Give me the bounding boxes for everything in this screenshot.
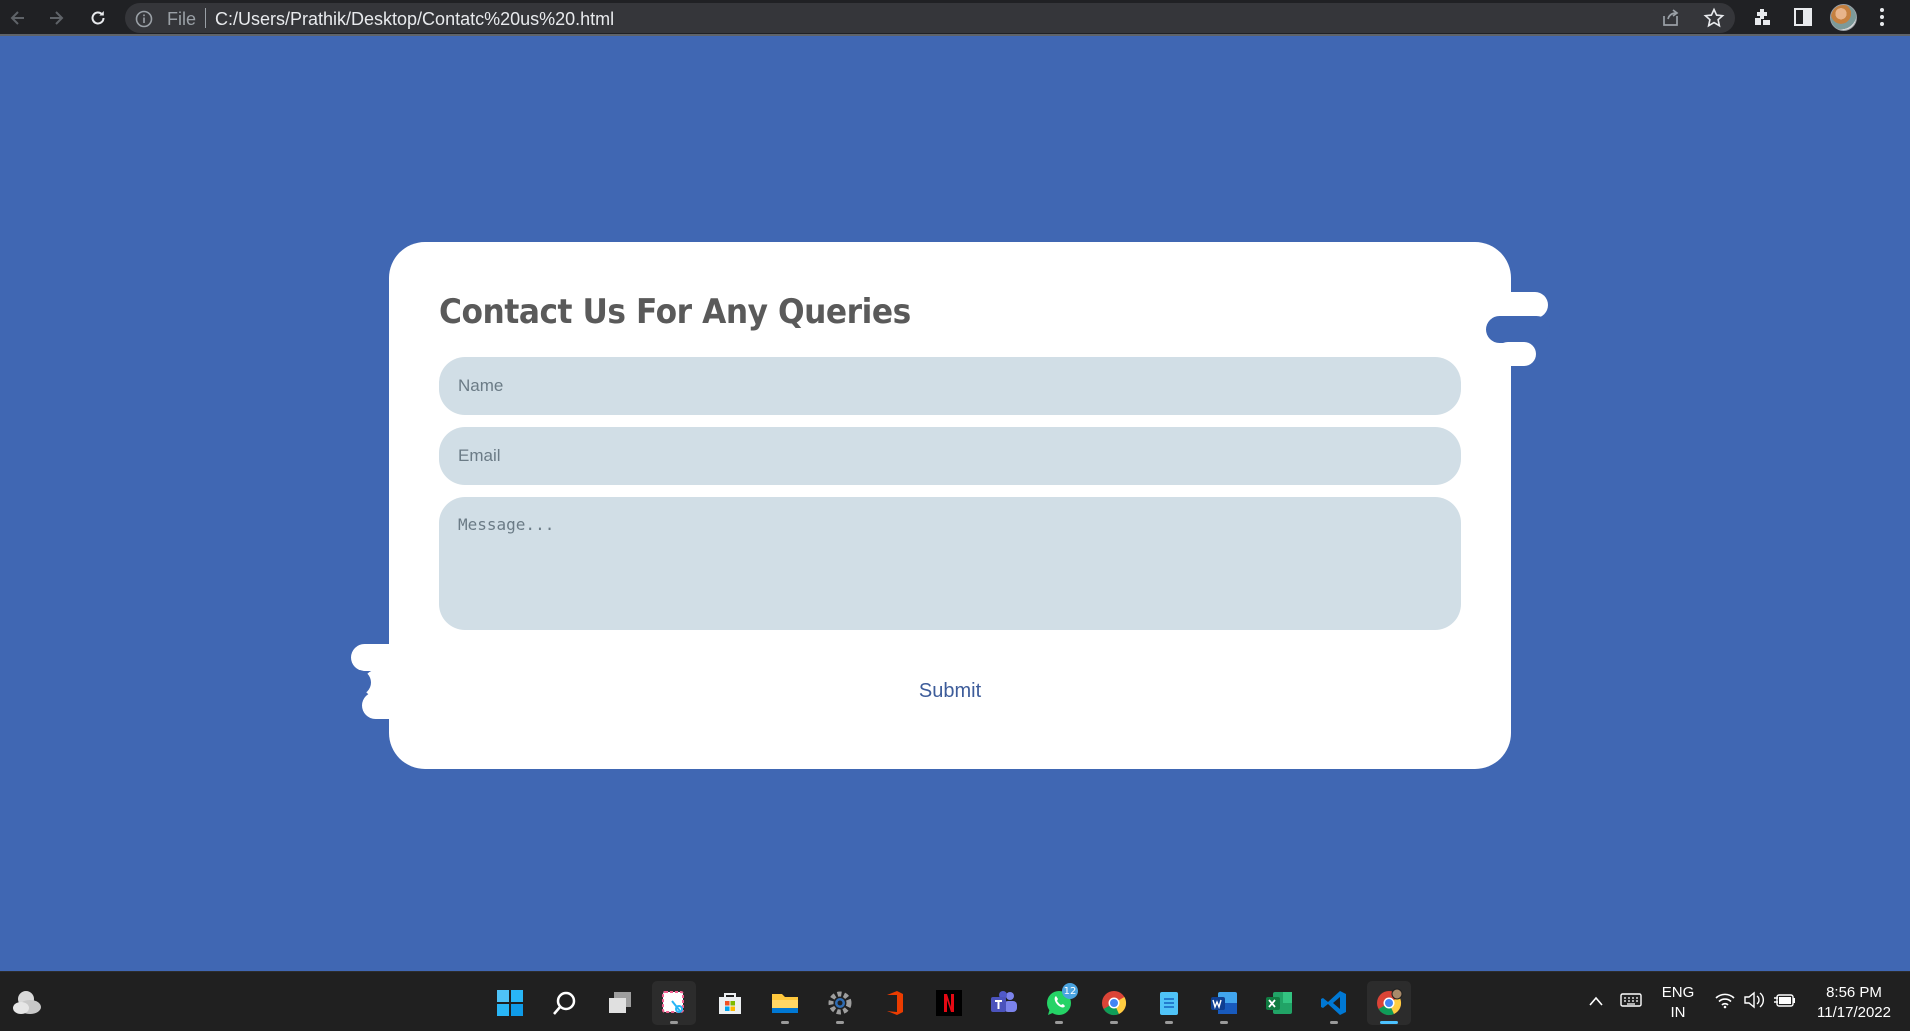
scheme-divider bbox=[205, 8, 206, 28]
share-icon[interactable] bbox=[1660, 7, 1682, 34]
battery-icon[interactable] bbox=[1773, 991, 1797, 1014]
snipping-tool-icon bbox=[662, 991, 684, 1013]
menu-icon[interactable] bbox=[1876, 6, 1888, 33]
side-panel-icon[interactable] bbox=[1792, 6, 1814, 33]
decorative-pill bbox=[362, 692, 404, 719]
star-icon[interactable] bbox=[1703, 7, 1725, 34]
gear-icon bbox=[828, 991, 852, 1015]
message-textarea[interactable]: Message... bbox=[439, 497, 1461, 630]
chrome-profile-app[interactable] bbox=[1367, 981, 1411, 1025]
email-placeholder: Email bbox=[458, 446, 501, 465]
word-app[interactable] bbox=[1202, 981, 1246, 1025]
extensions-icon[interactable] bbox=[1752, 6, 1774, 33]
decorative-notch bbox=[340, 670, 371, 695]
forward-arrow-icon bbox=[50, 11, 64, 25]
language-indicator[interactable]: ENG IN bbox=[1656, 983, 1700, 1023]
store-icon bbox=[719, 993, 741, 1014]
notepad-icon bbox=[1160, 992, 1178, 1015]
chrome-app[interactable] bbox=[1092, 981, 1136, 1025]
url-text[interactable]: C:/Users/Prathik/Desktop/Contatc%20us%20… bbox=[215, 9, 614, 30]
netflix-icon bbox=[936, 990, 962, 1016]
back-arrow-icon bbox=[10, 11, 24, 25]
chrome-icon bbox=[1102, 991, 1127, 1016]
windows-icon bbox=[497, 990, 523, 1016]
running-indicator bbox=[1055, 1021, 1063, 1024]
search-icon bbox=[553, 991, 576, 1015]
notepad-app[interactable] bbox=[1147, 981, 1191, 1025]
info-icon[interactable] bbox=[135, 10, 153, 33]
taskbar: 12 ENG IN 8:56 PM 11/17/2022 bbox=[0, 971, 1910, 1031]
taskbar-search-button[interactable] bbox=[543, 981, 587, 1025]
folder-icon bbox=[772, 994, 798, 1013]
decorative-pill bbox=[1496, 292, 1548, 318]
browser-toolbar: File C:/Users/Prathik/Desktop/Contatc%20… bbox=[0, 0, 1910, 36]
running-indicator bbox=[781, 1021, 789, 1024]
vscode-icon bbox=[1321, 991, 1346, 1015]
task-view-icon bbox=[609, 992, 631, 1013]
name-placeholder: Name bbox=[458, 376, 504, 395]
submit-button[interactable]: Submit bbox=[898, 676, 1002, 706]
profile-avatar[interactable] bbox=[1830, 4, 1857, 31]
running-indicator bbox=[1110, 1021, 1118, 1024]
teams-icon bbox=[991, 991, 1017, 1012]
clock[interactable]: 8:56 PM 11/17/2022 bbox=[1806, 983, 1902, 1023]
region-code: IN bbox=[1670, 1004, 1686, 1021]
start-button[interactable] bbox=[488, 981, 532, 1025]
keyboard-icon[interactable] bbox=[1620, 992, 1642, 1013]
reload-icon bbox=[91, 11, 105, 25]
active-indicator bbox=[1380, 1021, 1398, 1024]
clock-date: 11/17/2022 bbox=[1817, 1004, 1891, 1021]
notification-badge: 12 bbox=[1062, 983, 1078, 999]
volume-icon[interactable] bbox=[1743, 991, 1765, 1014]
running-indicator bbox=[836, 1021, 844, 1024]
microsoft-store-app[interactable] bbox=[708, 981, 752, 1025]
running-indicator bbox=[1165, 1021, 1173, 1024]
scheme-label: File bbox=[167, 9, 197, 29]
task-view-button[interactable] bbox=[598, 981, 642, 1025]
settings-app[interactable] bbox=[818, 981, 862, 1025]
form-title: Contact Us For Any Queries bbox=[439, 292, 911, 332]
excel-icon bbox=[1266, 992, 1292, 1014]
word-icon bbox=[1211, 992, 1237, 1014]
file-explorer-app[interactable] bbox=[763, 981, 807, 1025]
chrome-profile-icon bbox=[1377, 988, 1403, 1016]
reload-button[interactable] bbox=[84, 4, 112, 32]
wifi-icon[interactable] bbox=[1714, 991, 1736, 1014]
language-code: ENG bbox=[1661, 984, 1695, 1001]
decorative-pill bbox=[351, 644, 407, 671]
message-placeholder: Message... bbox=[458, 515, 555, 534]
clock-time: 8:56 PM bbox=[1826, 984, 1882, 1001]
forward-button[interactable] bbox=[42, 4, 70, 32]
email-input[interactable]: Email bbox=[439, 427, 1461, 485]
running-indicator bbox=[1330, 1021, 1338, 1024]
whatsapp-app[interactable]: 12 bbox=[1037, 981, 1081, 1025]
address-bar[interactable]: File C:/Users/Prathik/Desktop/Contatc%20… bbox=[125, 3, 1735, 33]
office-app[interactable] bbox=[872, 981, 916, 1025]
decorative-notch bbox=[1486, 316, 1550, 343]
excel-app[interactable] bbox=[1257, 981, 1301, 1025]
running-indicator bbox=[670, 1021, 678, 1024]
weather-icon[interactable] bbox=[10, 987, 44, 1022]
teams-app[interactable] bbox=[982, 981, 1026, 1025]
vscode-app[interactable] bbox=[1312, 981, 1356, 1025]
snipping-tool-app[interactable] bbox=[652, 981, 696, 1025]
running-indicator bbox=[1220, 1021, 1228, 1024]
chevron-up-icon[interactable] bbox=[1588, 994, 1604, 1012]
office-icon bbox=[887, 991, 903, 1015]
decorative-pill bbox=[1496, 342, 1536, 366]
name-input[interactable]: Name bbox=[439, 357, 1461, 415]
netflix-app[interactable] bbox=[927, 981, 971, 1025]
back-button[interactable] bbox=[4, 4, 32, 32]
